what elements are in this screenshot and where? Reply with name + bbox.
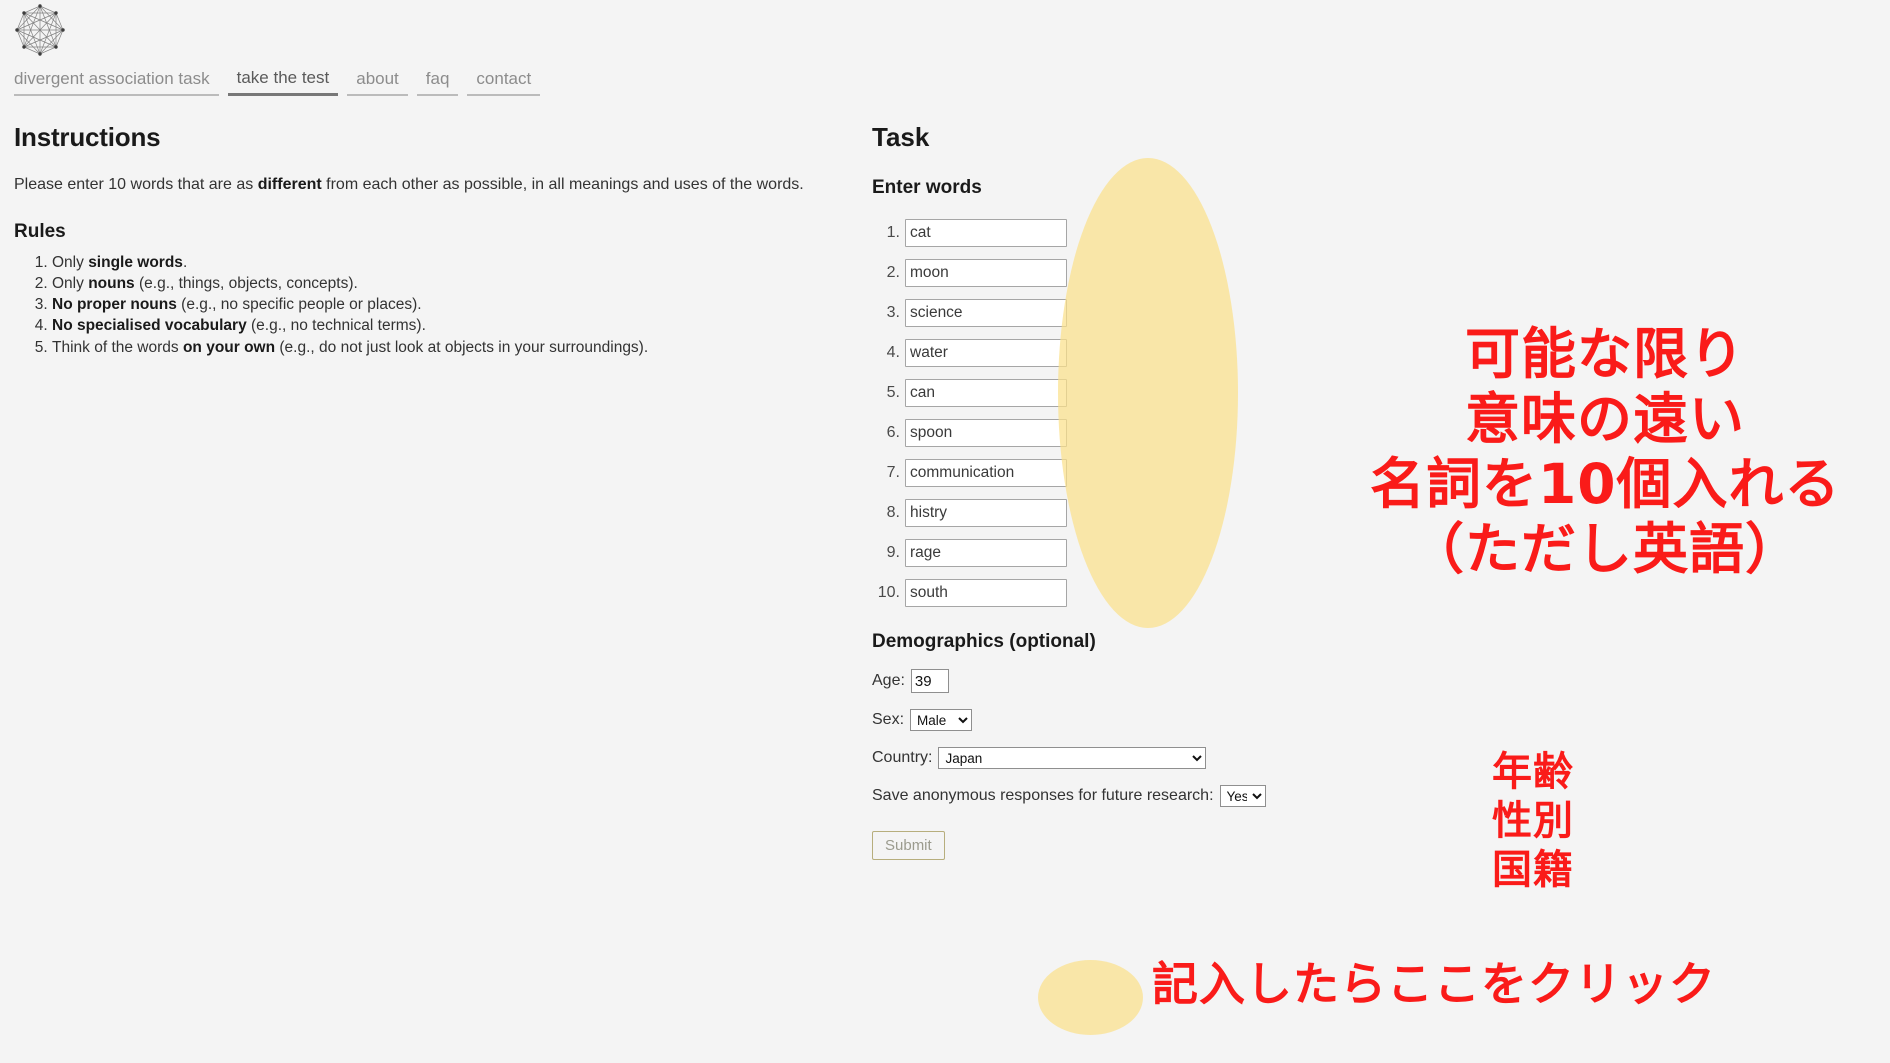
rule-pre: Only [52, 275, 89, 293]
word-number: 7. [886, 464, 900, 481]
rule-bold: single words [88, 254, 183, 271]
main-navigation: divergent association task take the test… [14, 68, 541, 96]
sex-label: Sex: [872, 711, 905, 728]
country-label: Country: [872, 749, 933, 766]
sex-select[interactable]: Male [910, 709, 973, 731]
word-number: 4. [886, 344, 900, 361]
instructions-heading: Instructions [14, 122, 161, 152]
word-input-7[interactable] [905, 459, 1067, 487]
instructions-intro: Please enter 10 words that are as differ… [14, 175, 834, 195]
word-row: 1. [872, 213, 1492, 253]
word-number: 3. [886, 304, 900, 321]
age-label: Age: [872, 672, 905, 689]
word-input-10[interactable] [905, 579, 1067, 607]
intro-bold: different [257, 176, 322, 193]
word-row: 2. [872, 253, 1492, 293]
enter-words-heading: Enter words [872, 177, 982, 198]
age-input[interactable] [910, 669, 949, 693]
word-input-8[interactable] [905, 499, 1067, 527]
save-responses-label: Save anonymous responses for future rese… [872, 787, 1214, 804]
word-number: 2. [886, 264, 900, 281]
nav-item-faq[interactable]: faq [416, 69, 459, 96]
rule-pre: Only [52, 254, 89, 271]
word-input-4[interactable] [905, 339, 1067, 367]
rule-post: (e.g., things, objects, concepts). [134, 275, 358, 293]
word-input-3[interactable] [905, 299, 1067, 327]
rule-post: (e.g., no technical terms). [246, 317, 426, 335]
submit-button[interactable]: Submit [872, 831, 945, 860]
save-responses-row: Save anonymous responses for future rese… [872, 785, 1492, 807]
nav-item-divergent-association-task[interactable]: divergent association task [14, 69, 219, 96]
highlight-ellipse-submit [1038, 960, 1143, 1035]
rule-post: . [182, 254, 188, 271]
word-input-9[interactable] [905, 539, 1067, 567]
word-input-5[interactable] [905, 379, 1067, 407]
age-row: Age: [872, 669, 1492, 693]
rule-bold: nouns [88, 275, 135, 293]
nav-item-about[interactable]: about [347, 69, 408, 96]
complete-graph-logo-icon [15, 4, 65, 56]
rule-bold: No proper nouns [52, 296, 177, 314]
word-number: 1. [886, 224, 900, 241]
word-number: 5. [886, 384, 900, 401]
annotation-submit: 記入したらここをクリック [1152, 957, 1716, 1011]
word-number: 10. [877, 584, 900, 601]
site-logo[interactable] [14, 2, 66, 58]
intro-post: from each other as possible, in all mean… [321, 176, 804, 193]
intro-pre: Please enter 10 words that are as [14, 176, 258, 193]
rule-bold: on your own [182, 338, 276, 356]
word-number: 6. [886, 424, 900, 441]
rules-list: Only single words. Only nouns (e.g., thi… [14, 253, 834, 358]
task-heading: Task [872, 122, 930, 152]
sex-row: Sex: Male [872, 709, 1492, 731]
rule-item: No proper nouns (e.g., no specific peopl… [52, 295, 834, 315]
demographics-heading: Demographics (optional) [872, 631, 1096, 652]
rules-heading: Rules [14, 221, 66, 242]
rule-bold: No specialised vocabulary [52, 317, 247, 335]
rule-item: Only nouns (e.g., things, objects, conce… [52, 274, 834, 294]
word-number: 8. [886, 504, 900, 521]
word-number: 9. [886, 544, 900, 561]
rule-post: (e.g., do not just look at objects in yo… [275, 338, 649, 356]
nav-item-contact[interactable]: contact [467, 69, 541, 96]
country-select[interactable]: Japan [938, 747, 1207, 769]
save-responses-select[interactable]: Yes [1219, 785, 1266, 807]
word-input-6[interactable] [905, 419, 1067, 447]
country-row: Country: Japan [872, 747, 1492, 769]
annotation-demographics: 年齢 性別 国籍 [1492, 749, 1574, 893]
rule-pre: Think of the words [52, 338, 183, 356]
rule-item: No specialised vocabulary (e.g., no tech… [52, 316, 834, 336]
word-input-2[interactable] [905, 259, 1067, 287]
rule-post: (e.g., no specific people or places). [176, 296, 422, 314]
rule-item: Think of the words on your own (e.g., do… [52, 338, 834, 358]
rule-item: Only single words. [52, 253, 834, 273]
annotation-main-instruction: 可能な限り 意味の遠い 名詞を10個入れる （ただし英語） [1370, 322, 1841, 581]
instructions-panel: Instructions Please enter 10 words that … [14, 122, 834, 359]
nav-item-take-the-test[interactable]: take the test [227, 68, 339, 96]
word-input-1[interactable] [905, 219, 1067, 247]
